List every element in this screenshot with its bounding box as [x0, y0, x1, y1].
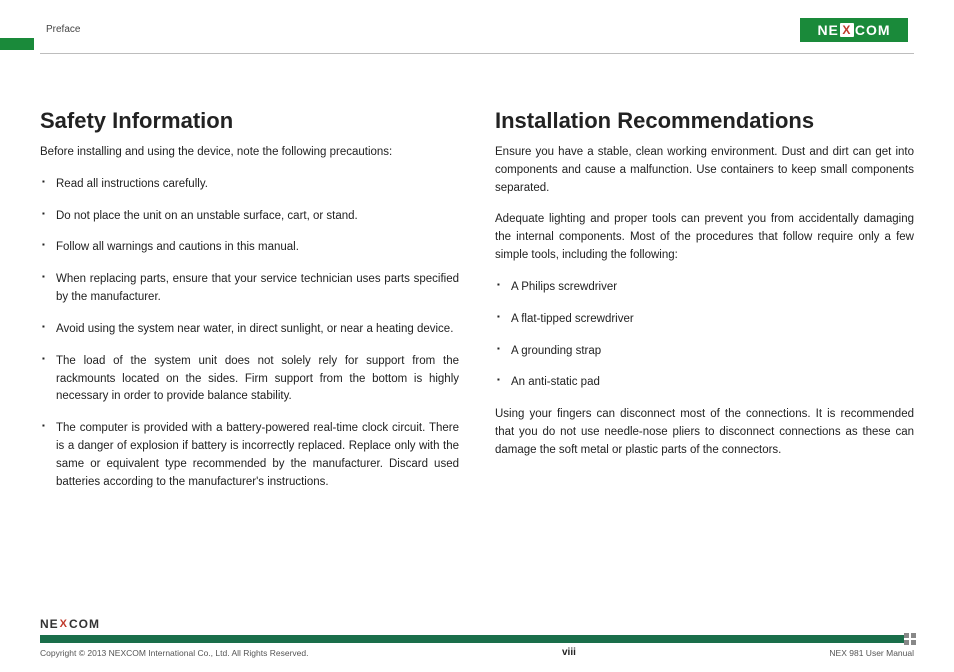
page-number: viii: [562, 647, 576, 658]
list-item: An anti-static pad: [511, 374, 914, 392]
safety-list: Read all instructions carefully. Do not …: [40, 176, 459, 492]
doc-title: NEX 981 User Manual: [829, 648, 914, 658]
list-item: The load of the system unit does not sol…: [56, 353, 459, 406]
install-p2: Adequate lighting and proper tools can p…: [495, 211, 914, 264]
install-p1: Ensure you have a stable, clean working …: [495, 144, 914, 197]
logo-text-right: COM: [69, 617, 100, 631]
install-heading: Installation Recommendations: [495, 108, 914, 134]
list-item: Do not place the unit on an unstable sur…: [56, 208, 459, 226]
section-label: Preface: [46, 24, 80, 35]
logo-x-icon: X: [840, 23, 854, 37]
list-item: A Philips screwdriver: [511, 279, 914, 297]
header-rule: [40, 53, 914, 54]
logo-text-right: COM: [855, 22, 891, 38]
page: Preface NEXCOM Safety Information Before…: [0, 0, 954, 672]
list-item: Avoid using the system near water, in di…: [56, 321, 459, 339]
tools-list: A Philips screwdriver A flat-tipped scre…: [495, 279, 914, 392]
logo-text-left: NE: [40, 617, 59, 631]
corner-tab: [0, 38, 34, 50]
safety-heading: Safety Information: [40, 108, 459, 134]
page-footer: NEXCOM Copyright © 2013 NEXCOM Internati…: [40, 635, 914, 658]
install-p3: Using your fingers can disconnect most o…: [495, 406, 914, 459]
logo-text-left: NE: [817, 22, 838, 38]
list-item: A grounding strap: [511, 343, 914, 361]
safety-intro: Before installing and using the device, …: [40, 144, 459, 162]
left-column: Safety Information Before installing and…: [40, 108, 459, 505]
list-item: The computer is provided with a battery-…: [56, 420, 459, 491]
right-column: Installation Recommendations Ensure you …: [495, 108, 914, 505]
list-item: A flat-tipped screwdriver: [511, 311, 914, 329]
footer-logo: NEXCOM: [40, 617, 100, 631]
logo-x-icon: X: [60, 618, 68, 630]
footer-bar: [40, 635, 914, 643]
page-header: Preface NEXCOM: [40, 18, 914, 54]
footer-row: Copyright © 2013 NEXCOM International Co…: [40, 647, 914, 658]
list-item: Read all instructions carefully.: [56, 176, 459, 194]
brand-logo: NEXCOM: [800, 18, 908, 42]
copyright-text: Copyright © 2013 NEXCOM International Co…: [40, 648, 308, 658]
content-columns: Safety Information Before installing and…: [40, 54, 914, 505]
list-item: When replacing parts, ensure that your s…: [56, 271, 459, 307]
list-item: Follow all warnings and cautions in this…: [56, 239, 459, 257]
